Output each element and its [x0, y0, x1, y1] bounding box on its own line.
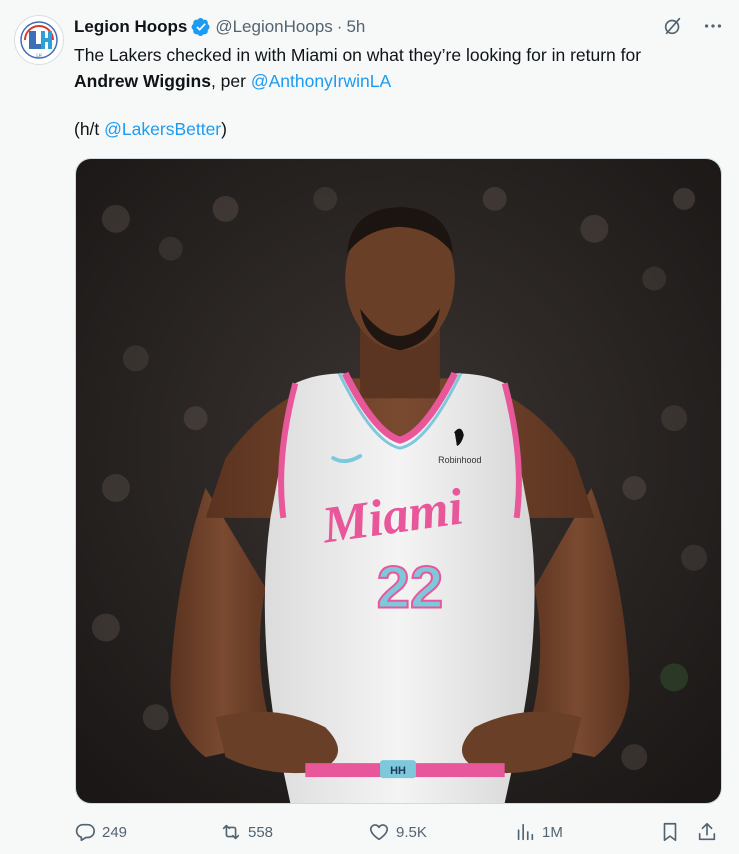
tweet-photo[interactable]: Robinhood Miami 22 HH [75, 158, 722, 804]
tweet-text: The Lakers checked in with Miami on what… [74, 42, 724, 142]
mention-lakersbetter-link[interactable]: @LakersBetter [104, 119, 221, 139]
tweet-line-1: The Lakers checked in with Miami on what… [74, 45, 642, 65]
like-count: 9.5K [396, 823, 427, 841]
tweet-timestamp[interactable]: 5h [346, 17, 365, 37]
repost-count: 558 [248, 823, 274, 841]
reply-count: 249 [102, 823, 128, 841]
action-bar: 249 558 9.5K 1M [74, 818, 724, 846]
grok-icon[interactable] [661, 14, 685, 38]
bookmark-icon [663, 822, 677, 842]
author-avatar[interactable]: LH [14, 15, 64, 65]
views-count: 1M [542, 823, 563, 841]
like-button[interactable]: 9.5K [368, 818, 427, 846]
author-handle[interactable]: @LegionHoops [215, 17, 332, 37]
jersey-number: 22 [377, 554, 444, 621]
more-options-icon[interactable] [701, 14, 725, 38]
tweet-header: Legion Hoops @LegionHoops · 5h [74, 14, 365, 40]
mention-anthonyirwinla-link[interactable]: @AnthonyIrwinLA [251, 71, 391, 91]
legion-hoops-logo-icon: LH [20, 21, 58, 59]
bookmark-button[interactable] [659, 818, 681, 846]
avatar-text: LH [36, 53, 41, 58]
author-name[interactable]: Legion Hoops [74, 17, 187, 37]
views-chart-icon [517, 823, 534, 841]
repost-icon [222, 824, 240, 840]
ht-suffix: ) [221, 119, 227, 139]
verified-badge-icon[interactable] [191, 17, 211, 37]
tweet-line-ht: (h/t @LakersBetter) [74, 116, 724, 142]
reply-icon [75, 823, 95, 842]
player-photo-illustration: Robinhood Miami 22 HH [76, 159, 721, 803]
separator-dot: · [336, 17, 343, 36]
tweet-line-2: Andrew Wiggins, per @AnthonyIrwinLA [74, 68, 724, 94]
per-text: , per [210, 71, 251, 91]
belt-logo: HH [390, 765, 406, 777]
jersey-sponsor: Robinhood [438, 455, 481, 465]
repost-button[interactable]: 558 [220, 818, 273, 846]
share-button[interactable] [696, 818, 718, 846]
ht-prefix: (h/t [74, 119, 105, 139]
player-name: Andrew Wiggins [74, 71, 211, 91]
reply-button[interactable]: 249 [74, 818, 127, 846]
views-button[interactable]: 1M [514, 818, 563, 846]
tweet-card[interactable]: LH Legion Hoops @LegionHoops · 5h The La… [0, 0, 739, 854]
heart-icon [369, 824, 389, 841]
top-right-controls [661, 14, 725, 38]
share-icon [698, 822, 716, 841]
